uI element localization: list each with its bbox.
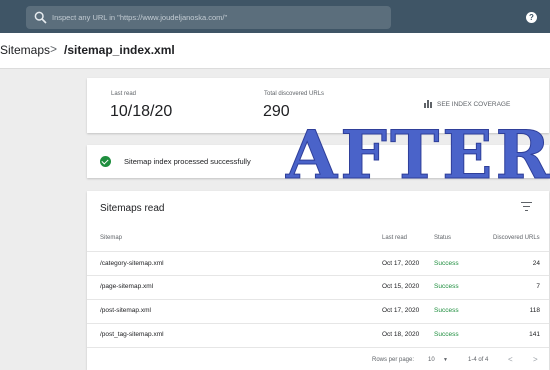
divider	[87, 323, 549, 324]
see-index-coverage-label: SEE INDEX COVERAGE	[437, 100, 511, 108]
rows-per-page-label: Rows per page:	[372, 357, 415, 363]
status-message: Sitemap index processed successfully	[124, 157, 251, 166]
after-overlay-text: AFTER	[285, 116, 550, 194]
column-header-sitemap[interactable]: Sitemap	[100, 235, 122, 241]
chevron-right-icon: >	[50, 42, 58, 56]
status-cell: Success	[434, 260, 459, 267]
page-title: /sitemap_index.xml	[64, 43, 175, 57]
chevron-left-icon[interactable]: <	[508, 355, 513, 364]
status-cell: Success	[434, 307, 459, 314]
divider	[87, 299, 549, 300]
status-cell: Success	[434, 331, 459, 338]
sitemap-cell: /page-sitemap.xml	[100, 283, 154, 290]
help-icon[interactable]: ?	[526, 12, 537, 23]
url-inspection-search[interactable]	[26, 6, 391, 29]
last-read-cell: Oct 15, 2020	[382, 283, 420, 290]
discovered-cell: 24	[532, 260, 540, 267]
chevron-right-icon[interactable]: >	[533, 355, 538, 364]
bar-chart-icon	[424, 100, 433, 108]
column-header-discovered-urls[interactable]: Discovered URLs	[493, 235, 540, 241]
divider	[87, 275, 549, 276]
breadcrumb-sitemaps-link[interactable]: Sitemaps	[0, 43, 50, 57]
filter-icon[interactable]	[521, 202, 532, 212]
rows-per-page-select[interactable]: 10	[428, 357, 435, 363]
breadcrumb: Sitemaps > /sitemap_index.xml	[0, 33, 550, 69]
column-header-last-read[interactable]: Last read	[382, 235, 407, 241]
top-app-bar: ?	[0, 0, 550, 33]
sitemap-cell: /post-sitemap.xml	[100, 307, 151, 314]
status-cell: Success	[434, 283, 459, 290]
dropdown-icon[interactable]: ▼	[443, 357, 448, 363]
discovered-cell: 7	[536, 283, 540, 290]
last-read-value: 10/18/20	[110, 103, 173, 120]
column-header-status[interactable]: Status	[434, 235, 451, 241]
sitemaps-read-card: Sitemaps read Sitemap Last read Status D…	[87, 191, 549, 370]
divider	[87, 251, 549, 252]
last-read-label: Last read	[111, 91, 137, 97]
page-range: 1-4 of 4	[468, 357, 489, 363]
sitemap-cell: /category-sitemap.xml	[100, 260, 164, 267]
check-circle-icon	[100, 156, 111, 167]
search-input[interactable]	[52, 6, 382, 29]
last-read-cell: Oct 17, 2020	[382, 307, 420, 314]
discovered-cell: 118	[529, 307, 540, 314]
sitemap-cell: /post_tag-sitemap.xml	[100, 331, 164, 338]
last-read-cell: Oct 17, 2020	[382, 260, 420, 267]
discovered-cell: 141	[529, 331, 540, 338]
table-title: Sitemaps read	[100, 203, 165, 214]
discovered-urls-label: Total discovered URLs	[264, 91, 325, 97]
see-index-coverage-button[interactable]: SEE INDEX COVERAGE	[424, 100, 510, 108]
divider	[87, 347, 549, 348]
last-read-cell: Oct 18, 2020	[382, 331, 420, 338]
search-icon	[34, 11, 47, 24]
